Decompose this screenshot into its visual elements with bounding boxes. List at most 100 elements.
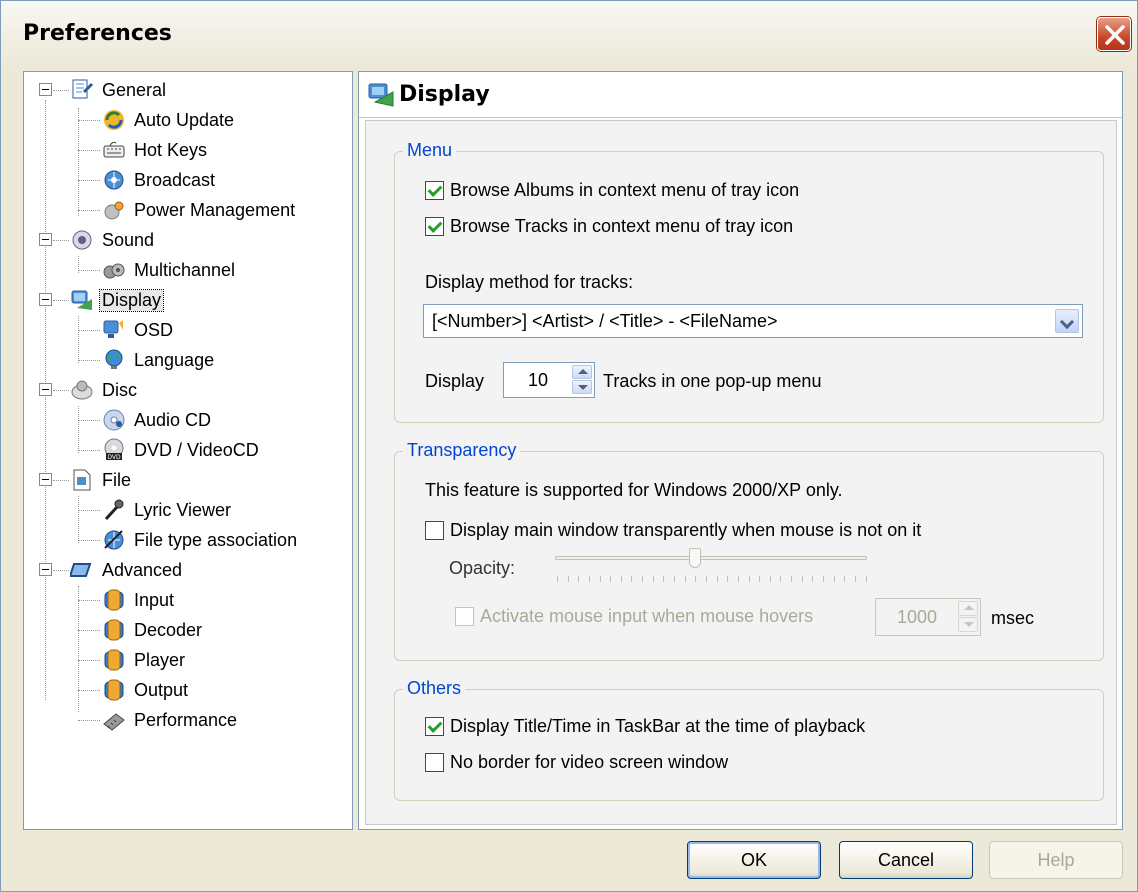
collapse-icon[interactable] (39, 563, 52, 576)
display-icon (368, 83, 394, 107)
tree-item-auto-update[interactable]: Auto Update (78, 106, 236, 134)
opacity-slider-track[interactable] (555, 556, 867, 560)
tree-item-broadcast[interactable]: Broadcast (78, 166, 217, 194)
transparent-window-option[interactable]: Display main window transparently when m… (425, 520, 921, 541)
taskbar-title-option[interactable]: Display Title/Time in TaskBar at the tim… (425, 716, 865, 737)
category-tree[interactable]: General Auto Update Hot Keys Broadcast Power… (23, 71, 353, 830)
tree-item-label: OSD (134, 319, 174, 340)
chip-icon (103, 713, 125, 731)
activate-mouse-option[interactable]: Activate mouse input when mouse hovers (455, 606, 813, 627)
activate-mouse-checkbox[interactable] (455, 607, 474, 626)
transparent-window-checkbox[interactable] (425, 521, 444, 540)
collapse-icon[interactable] (39, 233, 52, 246)
slider-tick (833, 576, 835, 582)
tracks-count-value[interactable]: 10 (504, 370, 572, 391)
slider-tick (599, 576, 601, 582)
tree-line (78, 630, 100, 631)
opacity-label: Opacity: (449, 558, 516, 578)
tracks-count-stepper[interactable]: 10 (503, 362, 595, 398)
opacity-slider-thumb[interactable] (689, 548, 702, 568)
slider-tick (759, 576, 761, 582)
slider-tick (642, 576, 644, 582)
spin-down-icon[interactable] (572, 380, 592, 394)
tree-item-lyric-viewer[interactable]: Lyric Viewer (78, 496, 233, 524)
tree-item-display[interactable]: Display (39, 286, 165, 314)
tree-line (78, 586, 79, 712)
slider-tick (769, 576, 771, 582)
svg-text:DVD: DVD (107, 454, 121, 461)
spin-up-icon[interactable] (572, 365, 592, 379)
hover-ms-value[interactable]: 1000 (876, 607, 958, 628)
tree-item-label: Language (134, 349, 215, 370)
tree-line (78, 496, 79, 543)
tree-line (78, 600, 100, 601)
tree-line (78, 660, 100, 661)
tree-line (78, 270, 100, 271)
tree-item-hot-keys[interactable]: Hot Keys (78, 136, 209, 164)
slider-tick (620, 576, 622, 582)
file-icon (73, 469, 91, 491)
tree-item-decoder[interactable]: Decoder (78, 616, 204, 644)
no-border-checkbox[interactable] (425, 753, 444, 772)
tree-item-player[interactable]: Player (78, 646, 187, 674)
tree-item-input[interactable]: Input (78, 586, 176, 614)
slider-tick (865, 576, 867, 582)
tree-item-label: Broadcast (134, 169, 216, 190)
tree-line (78, 450, 100, 451)
tree-item-file-type-association[interactable]: File type association (78, 526, 299, 554)
tree-item-dvd-videocd[interactable]: DVD DVD / VideoCD (78, 436, 261, 464)
tree-item-label: Audio CD (134, 409, 212, 430)
no-border-option[interactable]: No border for video screen window (425, 752, 728, 773)
tree-item-file[interactable]: File (39, 466, 133, 494)
display-method-select[interactable]: [<Number>] <Artist> / <Title> - <FileNam… (423, 304, 1083, 338)
tree-item-label: Disc (102, 379, 137, 400)
panel-body: Menu Browse Albums in context menu of tr… (365, 120, 1117, 825)
tree-item-performance[interactable]: Performance (78, 706, 239, 734)
tree-item-power-management[interactable]: Power Management (78, 196, 297, 224)
collapse-icon[interactable] (39, 83, 52, 96)
ok-button[interactable]: OK (687, 841, 821, 879)
tree-item-disc[interactable]: Disc (39, 376, 139, 404)
tree-line (78, 108, 79, 216)
cancel-button[interactable]: Cancel (839, 841, 973, 879)
transparent-window-label: Display main window transparently when m… (450, 520, 922, 540)
tree-line (78, 316, 79, 363)
close-button[interactable] (1097, 17, 1131, 51)
tree-item-label: Player (134, 649, 186, 670)
tree-item-general[interactable]: General (39, 76, 168, 104)
tree-item-label: Output (134, 679, 189, 700)
tree-item-label: DVD / VideoCD (134, 439, 259, 460)
slider-tick (578, 576, 580, 582)
collapse-icon[interactable] (39, 473, 52, 486)
tree-item-osd[interactable]: OSD (78, 316, 175, 344)
spin-up-icon[interactable] (958, 601, 978, 616)
browse-albums-checkbox[interactable] (425, 181, 444, 200)
tree-item-output[interactable]: Output (78, 676, 190, 704)
tree-item-label: Multichannel (134, 259, 236, 280)
tree-line (78, 720, 100, 721)
collapse-icon[interactable] (39, 383, 52, 396)
chevron-down-icon[interactable] (1055, 309, 1079, 333)
slider-tick (801, 576, 803, 582)
browse-albums-option[interactable]: Browse Albums in context menu of tray ic… (425, 180, 799, 201)
help-button[interactable]: Help (989, 841, 1123, 879)
tree-item-sound[interactable]: Sound (39, 226, 156, 254)
tree-item-language[interactable]: Language (78, 346, 216, 374)
others-legend: Others (403, 678, 466, 699)
slider-tick (588, 576, 590, 582)
tree-item-advanced[interactable]: Advanced (39, 556, 184, 584)
tree-item-multichannel[interactable]: Multichannel (78, 256, 237, 284)
hover-ms-stepper[interactable]: 1000 (875, 598, 981, 636)
spin-down-icon[interactable] (958, 617, 978, 632)
tree-item-label: General (102, 79, 167, 100)
tree-line (78, 150, 100, 151)
activate-mouse-label: Activate mouse input when mouse hovers (480, 606, 814, 626)
collapse-icon[interactable] (39, 293, 52, 306)
multichannel-icon (103, 263, 125, 279)
tree-item-audio-cd[interactable]: Audio CD (78, 406, 213, 434)
taskbar-title-checkbox[interactable] (425, 717, 444, 736)
browse-tracks-option[interactable]: Browse Tracks in context menu of tray ic… (425, 216, 793, 237)
title-bar[interactable]: Preferences (1, 1, 1137, 67)
slider-tick (737, 576, 739, 582)
browse-tracks-checkbox[interactable] (425, 217, 444, 236)
